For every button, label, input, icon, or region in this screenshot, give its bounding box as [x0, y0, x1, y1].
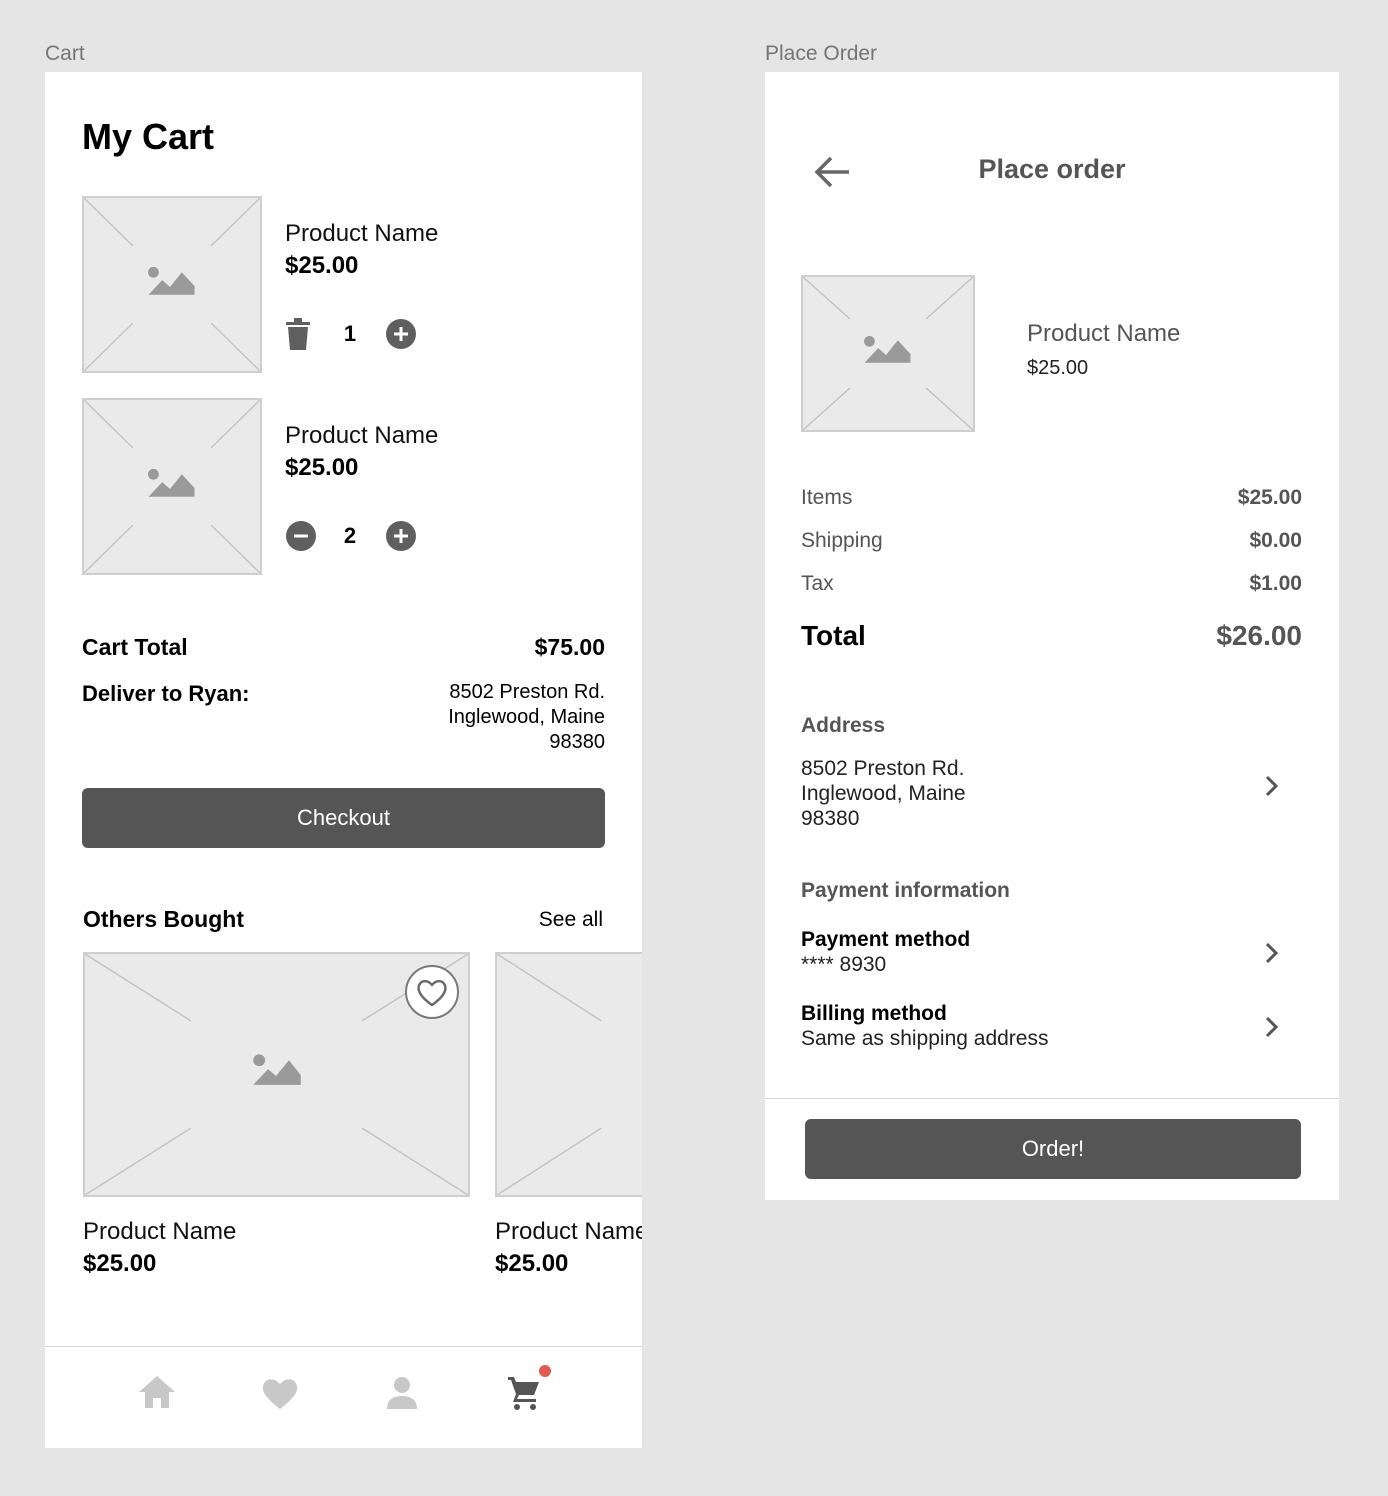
page-title: Place order — [978, 154, 1126, 184]
checkout-button[interactable]: Checkout — [82, 788, 605, 848]
payment-method-value: **** 8930 — [801, 953, 887, 976]
product-price: $25.00 — [1027, 357, 1089, 379]
shipping-address: 8502 Preston Rd. Inglewood, Maine 98380 — [801, 756, 1301, 831]
product-image-placeholder — [82, 196, 262, 373]
quantity-value: 2 — [343, 523, 357, 548]
bottom-nav — [45, 1346, 642, 1448]
total-value: $26.00 — [1216, 620, 1302, 651]
cart-notification-badge — [539, 1365, 551, 1377]
cart-total-label: Cart Total — [82, 634, 188, 660]
billing-method-value: Same as shipping address — [801, 1027, 1049, 1050]
favorite-button[interactable] — [405, 965, 459, 1019]
chevron-right-icon — [1261, 775, 1283, 797]
product-image-placeholder — [801, 275, 975, 432]
summary-value-items: $25.00 — [1237, 486, 1302, 509]
cart-icon[interactable] — [507, 1375, 541, 1411]
cart-total-value: $75.00 — [534, 634, 605, 660]
trash-icon[interactable] — [286, 318, 310, 350]
delivery-address: 8502 Preston Rd. Inglewood, Maine 98380 — [448, 680, 605, 755]
address-heading: Address — [801, 714, 886, 737]
billing-method-row[interactable]: Billing method Same as shipping address — [801, 1002, 1301, 1054]
image-placeholder-icon — [84, 400, 260, 573]
increase-quantity-button[interactable] — [386, 521, 416, 551]
summary-label-items: Items — [801, 486, 853, 509]
page-title: My Cart — [82, 116, 215, 157]
increase-quantity-button[interactable] — [386, 319, 416, 349]
payment-method-row[interactable]: Payment method **** 8930 — [801, 928, 1301, 980]
home-icon[interactable] — [138, 1375, 176, 1409]
place-order-frame-label: Place Order — [765, 42, 878, 65]
deliver-to-label: Deliver to Ryan: — [82, 681, 250, 706]
recommended-product-name: Product Name — [83, 1218, 237, 1245]
quantity-value: 1 — [343, 321, 357, 346]
product-image-placeholder — [82, 398, 262, 575]
summary-label-shipping: Shipping — [801, 529, 883, 552]
heart-outline-icon — [417, 979, 447, 1007]
cart-item-price: $25.00 — [285, 252, 359, 279]
cart-item-price: $25.00 — [285, 454, 359, 481]
address-line: 8502 Preston Rd. — [801, 757, 965, 780]
plus-icon — [394, 529, 408, 543]
order-button[interactable]: Order! — [805, 1119, 1301, 1179]
see-all-link[interactable]: See all — [539, 908, 603, 932]
cart-item-name: Product Name — [285, 220, 439, 247]
product-name: Product Name — [1027, 320, 1181, 347]
summary-value-tax: $1.00 — [1249, 572, 1302, 595]
address-line: 8502 Preston Rd. — [449, 681, 605, 703]
heart-icon[interactable] — [261, 1376, 299, 1410]
cart-screen: My Cart Product Name $25.00 1 Product Na… — [45, 72, 642, 1448]
image-placeholder-icon — [497, 954, 602, 1195]
total-label: Total — [801, 620, 866, 651]
recommended-product-name: Product Name — [495, 1218, 642, 1245]
decrease-quantity-button[interactable] — [286, 521, 316, 551]
summary-label-tax: Tax — [801, 572, 834, 595]
payment-method-label: Payment method — [801, 928, 971, 951]
recommended-product-price: $25.00 — [83, 1250, 157, 1277]
summary-value-shipping: $0.00 — [1249, 529, 1302, 552]
chevron-right-icon — [1261, 942, 1283, 964]
image-placeholder-icon — [803, 277, 973, 430]
address-row[interactable]: 8502 Preston Rd. Inglewood, Maine 98380 — [801, 756, 1301, 832]
minus-icon — [294, 534, 308, 538]
image-placeholder-icon — [84, 198, 260, 371]
address-line: 98380 — [801, 807, 860, 830]
cart-frame-label: Cart — [45, 42, 85, 65]
address-line: Inglewood, Maine — [448, 706, 605, 728]
recommended-product-price: $25.00 — [495, 1250, 569, 1277]
place-order-screen: Place order Product Name $25.00 Items $2… — [765, 72, 1339, 1200]
plus-icon — [394, 327, 408, 341]
person-icon[interactable] — [386, 1376, 418, 1410]
payment-heading: Payment information — [801, 879, 1010, 902]
recommended-product-image[interactable] — [495, 952, 642, 1197]
address-line: Inglewood, Maine — [801, 782, 966, 805]
chevron-right-icon — [1261, 1016, 1283, 1038]
divider — [765, 1098, 1339, 1099]
cart-item-name: Product Name — [285, 422, 439, 449]
others-bought-title: Others Bought — [83, 906, 244, 932]
address-line: 98380 — [549, 731, 605, 753]
billing-method-label: Billing method — [801, 1002, 947, 1025]
